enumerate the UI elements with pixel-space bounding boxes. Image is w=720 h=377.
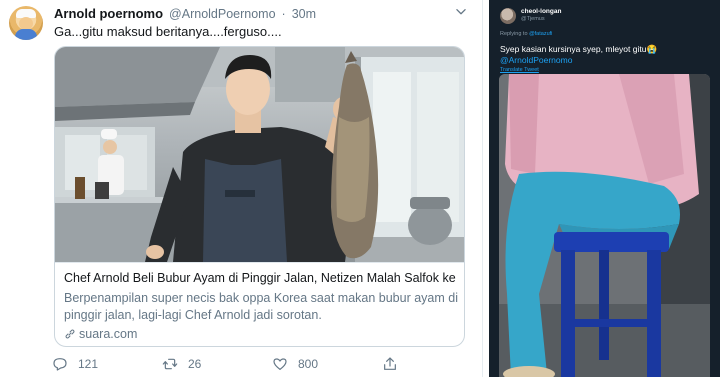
user-avatar[interactable]	[9, 6, 43, 40]
tweet-actions: 121 26 800	[52, 355, 432, 373]
card-image[interactable]	[55, 47, 464, 262]
tweet-container: Arnold poernomo @ArnoldPoernomo · 30m Ga…	[0, 0, 483, 377]
reply-display-name: cheol-longan	[521, 8, 562, 15]
translate-link: Translate Tweet	[500, 67, 539, 73]
reply-avatar	[500, 8, 516, 24]
link-card[interactable]: Chef Arnold Beli Bubur Ayam di Pinggir J…	[54, 46, 465, 347]
retweet-button[interactable]: 26	[162, 355, 201, 373]
like-count: 800	[298, 357, 319, 371]
reply-handle: @Tjemus	[521, 16, 545, 22]
time-separator: ·	[281, 7, 286, 21]
display-name[interactable]: Arnold poernomo	[54, 6, 163, 21]
card-domain[interactable]: suara.com	[79, 327, 137, 341]
card-domain-row: suara.com	[64, 327, 137, 341]
reply-count: 121	[78, 357, 99, 371]
reply-photo	[499, 74, 710, 377]
share-icon	[384, 357, 396, 370]
reply-button[interactable]: 121	[52, 355, 98, 373]
user-handle[interactable]: @ArnoldPoernomo	[169, 7, 276, 21]
stool-photo	[499, 74, 710, 377]
chevron-down-icon[interactable]	[454, 5, 468, 19]
replying-to-prefix: Replying to	[500, 31, 528, 37]
retweet-icon	[162, 358, 178, 370]
card-description: Berpenampilan super necis bak oppa Korea…	[64, 291, 458, 322]
share-button[interactable]	[382, 355, 398, 373]
embedded-reply-screenshot: cheol-longan @Tjemus Replying to @fatazu…	[489, 0, 720, 377]
replying-to-line: Replying to @fatazufi	[500, 31, 552, 37]
card-title[interactable]: Chef Arnold Beli Bubur Ayam di Pinggir J…	[64, 271, 459, 285]
tweet-text: Ga...gitu maksud beritanya....ferguso...…	[54, 24, 282, 39]
tweet-timestamp[interactable]: 30m	[292, 7, 316, 21]
card-body[interactable]: Chef Arnold Beli Bubur Ayam di Pinggir J…	[55, 262, 464, 346]
reply-mention: @ArnoldPoernomo	[500, 55, 573, 65]
replying-to-handle: @fatazufi	[529, 31, 553, 37]
reply-icon	[53, 358, 67, 371]
retweet-count: 26	[188, 357, 202, 371]
heart-icon	[273, 358, 287, 370]
reply-text: Syep kasian kursinya syep, mleyot gitu😭	[500, 44, 658, 54]
avatar-body-shape	[15, 29, 37, 40]
tweet-header: Arnold poernomo @ArnoldPoernomo · 30m	[54, 6, 316, 22]
like-button[interactable]: 800	[272, 355, 318, 373]
link-icon	[65, 329, 75, 339]
chef-kitchen-photo	[55, 47, 464, 262]
